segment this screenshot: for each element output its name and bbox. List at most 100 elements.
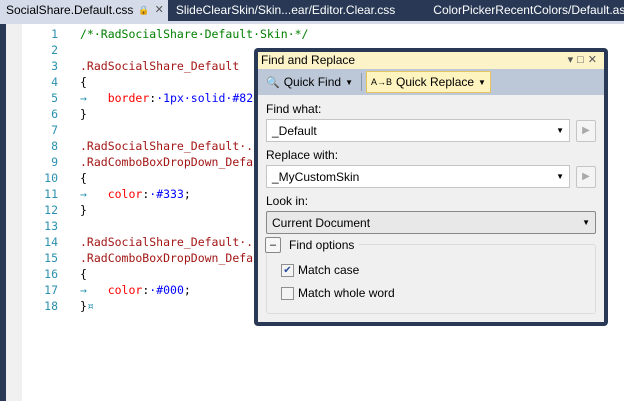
chevron-down-icon: ▼: [345, 77, 353, 87]
quick-replace-label: Quick Replace: [396, 75, 475, 89]
code-token: →: [80, 91, 108, 105]
dialog-titlebar[interactable]: Find and Replace ▾□✕: [258, 52, 604, 69]
line-number: 14: [44, 235, 58, 249]
code-token: →: [80, 283, 108, 297]
dropdown-icon[interactable]: ▾: [568, 54, 578, 66]
code-text: → border:·1px·solid·#82: [80, 90, 253, 106]
line-number: 11: [44, 187, 58, 201]
find-replace-dialog: Find and Replace ▾□✕ 🔍 Quick Find ▼ A→B …: [254, 48, 608, 326]
replace-with-input[interactable]: _MyCustomSkin ▼: [266, 165, 570, 188]
code-token: →: [80, 187, 108, 201]
tab-default-aspx[interactable]: ColorPickerRecentColors/Default.aspx: [425, 0, 624, 21]
code-token: color: [107, 187, 143, 201]
replace-builder-button[interactable]: ▶: [576, 165, 596, 188]
replace-value: _MyCustomSkin: [272, 169, 360, 184]
line-number: 2: [51, 43, 58, 57]
tab-socialshare-default-css[interactable]: SocialShare.Default.css 🔒 ✕: [0, 0, 168, 21]
binoculars-icon: 🔍: [266, 76, 280, 89]
code-token: {: [80, 75, 87, 89]
look-in-label: Look in:: [266, 194, 309, 208]
code-token: color: [107, 283, 143, 297]
line-number: 5: [51, 91, 58, 105]
chevron-down-icon[interactable]: ▼: [556, 126, 564, 135]
code-token: ·#000: [149, 283, 184, 297]
code-token: {: [80, 267, 87, 281]
code-token: .RadSocialShare_Default·.: [80, 235, 254, 249]
chevron-down-icon: ▼: [582, 218, 590, 227]
quick-replace-button[interactable]: A→B Quick Replace ▼: [365, 71, 491, 93]
code-token: .RadComboBoxDropDown_Defa: [80, 251, 254, 265]
code-token: {: [80, 171, 87, 185]
code-token: ·#333: [149, 187, 184, 201]
code-text: → color:·#000;: [80, 282, 191, 298]
look-in-value: Current Document: [272, 215, 371, 230]
code-token: ·1px·solid·#82: [156, 91, 254, 105]
line-number: 10: [44, 171, 58, 185]
code-token: ;: [183, 283, 191, 297]
code-text: .RadSocialShare_Default·.: [80, 234, 253, 250]
code-text: → color:·#333;: [80, 186, 191, 202]
line-number: 15: [44, 251, 58, 265]
find-value: _Default: [272, 123, 317, 138]
match-case-label: Match case: [298, 263, 360, 277]
line-number: 8: [51, 139, 58, 153]
line-number: 6: [51, 107, 58, 121]
chevron-down-icon: ▼: [478, 77, 486, 87]
close-icon[interactable]: ✕: [155, 3, 164, 18]
line-number: 16: [44, 267, 58, 281]
code-token: }: [80, 299, 87, 313]
code-token: border: [107, 91, 150, 105]
code-text: }: [80, 202, 87, 218]
code-text: .RadComboBoxDropDown_Defa: [80, 250, 253, 266]
close-icon[interactable]: ✕: [588, 54, 601, 66]
find-what-label: Find what:: [266, 102, 322, 116]
look-in-select[interactable]: Current Document ▼: [266, 211, 596, 234]
line-number: 1: [51, 27, 58, 41]
expression-builder-button[interactable]: ▶: [576, 119, 596, 142]
dialog-body: Find what: _Default ▼ ▶ Replace with: _My…: [258, 95, 604, 322]
code-token: }: [80, 203, 87, 217]
minus-icon: –: [269, 239, 277, 251]
code-token: .RadComboBoxDropDown_Defa: [80, 155, 254, 169]
line-number: 18: [44, 299, 58, 313]
maximize-icon[interactable]: □: [577, 54, 588, 66]
document-tabs: SocialShare.Default.css 🔒 ✕ SlideClearSk…: [0, 0, 624, 21]
replace-icon: A→B: [370, 77, 392, 87]
chevron-down-icon[interactable]: ▼: [556, 172, 564, 181]
quick-find-button[interactable]: 🔍 Quick Find ▼: [262, 71, 357, 93]
code-text: .RadComboBoxDropDown_Defa: [80, 154, 253, 170]
code-token: .RadSocialShare_Default: [80, 59, 240, 73]
lock-icon: 🔒: [138, 5, 150, 15]
code-text: .RadSocialShare_Default·.: [80, 138, 253, 154]
line-number: 12: [44, 203, 58, 217]
line-number: 7: [51, 123, 58, 137]
toolbar-separator: [360, 73, 362, 91]
dialog-title: Find and Replace: [261, 53, 356, 67]
play-icon: ▶: [582, 171, 590, 182]
code-text: {: [80, 266, 87, 282]
code-token: }: [80, 107, 87, 121]
match-case-checkbox[interactable]: ✔ Match case: [281, 263, 359, 277]
code-text: }: [80, 106, 87, 122]
dialog-toolbar: 🔍 Quick Find ▼ A→B Quick Replace ▼: [258, 69, 604, 95]
code-token: ¤: [86, 299, 94, 313]
collapse-button[interactable]: –: [265, 237, 281, 253]
find-what-input[interactable]: _Default ▼: [266, 119, 570, 142]
tab-label: SocialShare.Default.css: [6, 3, 134, 17]
play-icon: ▶: [582, 125, 590, 136]
code-text: {: [80, 74, 87, 90]
checkbox-box: [281, 286, 294, 300]
code-text: }¤: [80, 298, 94, 314]
quick-find-label: Quick Find: [283, 75, 342, 89]
code-token: /*·RadSocialShare·Default·Skin·*/: [80, 27, 309, 41]
line-number: 17: [44, 283, 58, 297]
tab-editor-clear-css[interactable]: SlideClearSkin/Skin...ear/Editor.Clear.c…: [168, 0, 403, 21]
code-text: .RadSocialShare_Default: [80, 58, 239, 74]
indicator-margin: [6, 24, 22, 401]
code-text: {: [80, 170, 87, 186]
line-number: 3: [51, 59, 58, 73]
find-options-label: Find options: [289, 238, 355, 252]
match-whole-word-label: Match whole word: [298, 286, 395, 300]
code-text: /*·RadSocialShare·Default·Skin·*/: [80, 26, 308, 42]
match-whole-word-checkbox[interactable]: Match whole word: [281, 286, 395, 300]
